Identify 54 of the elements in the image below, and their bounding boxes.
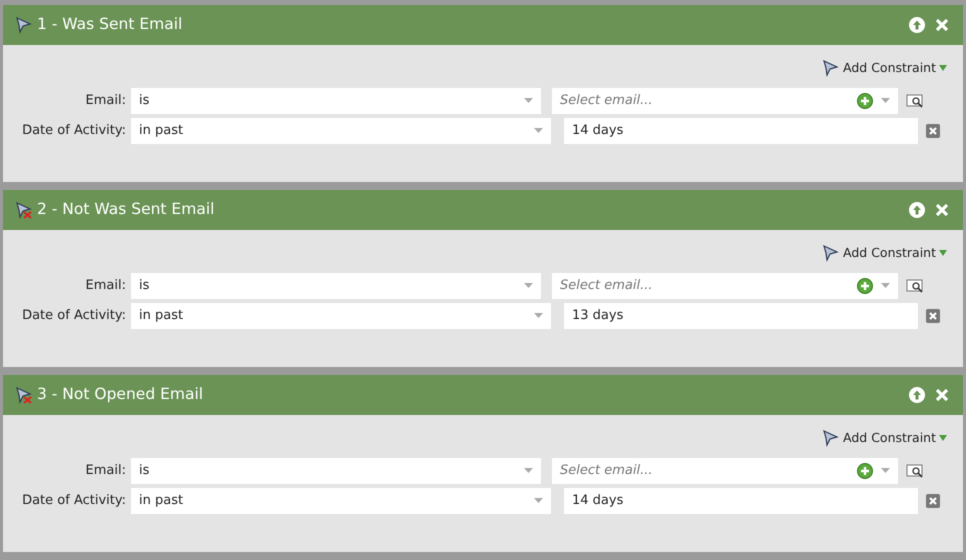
add-constraint-button[interactable]: Add Constraint (822, 244, 947, 263)
operator-dropdown[interactable]: in past (131, 302, 551, 329)
operator-dropdown[interactable]: is (131, 88, 541, 114)
filter-title: 3 - Not Opened Email (37, 384, 204, 406)
remove-button[interactable] (926, 124, 940, 138)
email-select-field[interactable]: Select email... (552, 458, 898, 484)
field-label: Date of Activity: (21, 307, 127, 325)
caret-icon (524, 468, 533, 474)
caret-icon (534, 312, 543, 319)
caret-icon (534, 498, 543, 504)
caret-icon (939, 64, 947, 72)
add-constraint-button[interactable]: Add Constraint (822, 59, 947, 78)
move-up-button[interactable] (909, 17, 925, 33)
lookup-icon[interactable] (906, 462, 924, 479)
caret-icon (881, 468, 890, 474)
add-icon (857, 278, 873, 294)
field-label: Email: (84, 277, 127, 295)
lookup-icon[interactable] (906, 92, 924, 109)
operator-dropdown[interactable]: in past (131, 488, 551, 514)
add-icon (857, 462, 873, 479)
add-constraint-button[interactable]: Add Constraint (822, 429, 947, 448)
caret-icon (524, 282, 533, 289)
filter-title: 1 - Was Sent Email (37, 14, 182, 36)
filter-icon (822, 244, 840, 262)
email-select-field[interactable]: Select email... (552, 272, 898, 299)
move-up-button[interactable] (909, 387, 925, 403)
email-select-field[interactable]: Select email... (552, 88, 898, 114)
remove-button[interactable] (926, 308, 940, 323)
close-button[interactable] (935, 203, 949, 217)
remove-button[interactable] (926, 494, 940, 508)
field-label: Email: (84, 92, 127, 110)
field-label: Date of Activity: (21, 122, 127, 140)
field-label: Email: (84, 462, 127, 480)
days-input[interactable]: 14 days (564, 488, 918, 514)
add-icon (857, 92, 873, 109)
close-button[interactable] (935, 388, 949, 402)
days-input[interactable]: 13 days (564, 302, 918, 329)
filter-icon (822, 59, 840, 78)
filter-title: 2 - Not Was Sent Email (37, 199, 214, 220)
operator-dropdown[interactable]: is (131, 458, 541, 484)
close-button[interactable] (935, 18, 949, 32)
field-label: Date of Activity: (21, 492, 127, 510)
operator-dropdown[interactable]: in past (131, 118, 551, 144)
caret-icon (534, 128, 543, 134)
caret-icon (881, 98, 890, 104)
lookup-icon[interactable] (906, 278, 924, 294)
operator-dropdown[interactable]: is (131, 272, 541, 299)
caret-icon (939, 250, 947, 257)
days-input[interactable]: 14 days (564, 118, 918, 144)
move-up-button[interactable] (909, 202, 925, 218)
filter-icon (822, 429, 840, 448)
caret-icon (939, 434, 947, 442)
caret-icon (881, 282, 890, 289)
caret-icon (524, 98, 533, 104)
